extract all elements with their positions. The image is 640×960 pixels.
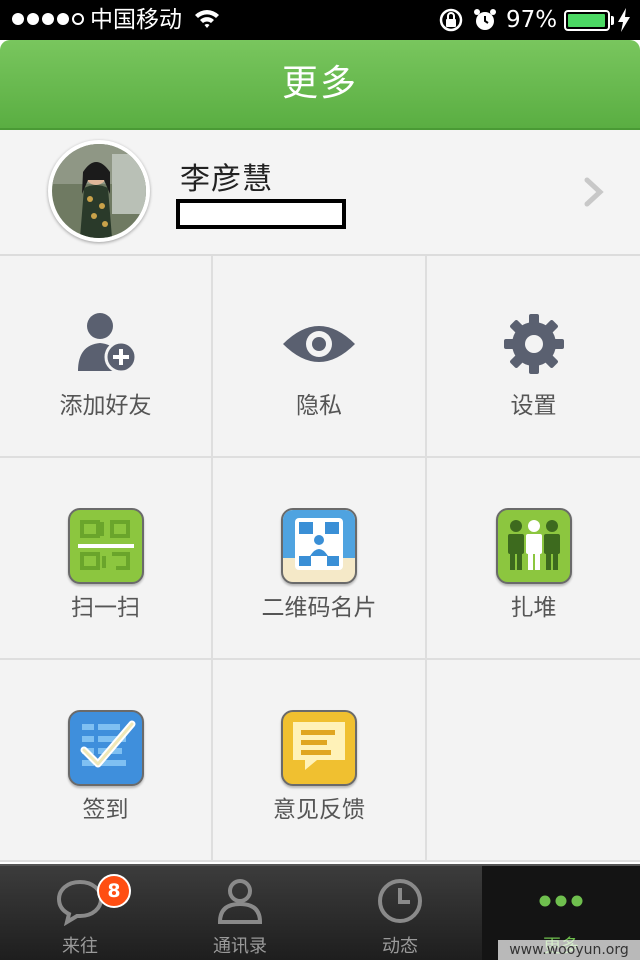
tab-laiwang[interactable]: 8 来往: [0, 866, 160, 960]
profile-name: 李彦慧: [180, 162, 273, 197]
add-friend-label: 添加好友: [59, 393, 152, 419]
charging-icon: [618, 8, 630, 32]
feedback-icon: [281, 710, 357, 786]
watermark: www.wooyun.org: [498, 940, 640, 960]
status-bar: 中国移动 97%: [0, 0, 640, 40]
alarm-icon: [474, 9, 496, 30]
clock-icon: [378, 879, 422, 923]
grid-item-feedback[interactable]: 意见反馈: [213, 660, 425, 860]
feedback-label: 意见反馈: [273, 797, 365, 823]
tab-activity[interactable]: 动态: [320, 866, 480, 960]
more-dots-icon: [539, 895, 583, 907]
grid-item-empty: [427, 660, 640, 860]
grid-item-qr-card[interactable]: 二维码名片: [213, 458, 425, 658]
grid-item-settings[interactable]: 设置: [427, 256, 640, 456]
grid-item-scan[interactable]: 扫一扫: [0, 458, 211, 658]
feature-grid: 添加好友 隐私 设置 扫一扫 二维码名片 扎堆 签到 意见反馈: [0, 256, 640, 862]
qr-card-label: 二维码名片: [261, 595, 377, 621]
scan-label: 扫一扫: [71, 595, 140, 621]
grid-item-privacy[interactable]: 隐私: [213, 256, 425, 456]
tab-label: 通讯录: [213, 936, 267, 957]
add-friend-icon: [77, 313, 137, 374]
unread-badge: 8: [97, 874, 131, 908]
eye-icon: [283, 326, 355, 362]
rotation-lock-icon: [439, 8, 463, 32]
settings-label: 设置: [510, 393, 557, 419]
grid-item-add-friend[interactable]: 添加好友: [0, 256, 211, 456]
checkin-icon: [67, 710, 144, 786]
grid-item-group[interactable]: 扎堆: [427, 458, 640, 658]
redacted-account-box: [176, 199, 346, 229]
chevron-right-icon: [584, 177, 604, 207]
group-label: 扎堆: [510, 595, 557, 621]
battery-icon: [564, 10, 610, 31]
navigation-header: 更多: [0, 40, 640, 130]
privacy-label: 隐私: [296, 393, 342, 419]
carrier-name: 中国移动: [90, 7, 182, 33]
battery-percentage: 97%: [506, 7, 558, 33]
profile-row[interactable]: 李彦慧: [0, 130, 640, 256]
contacts-icon: [217, 879, 263, 924]
signal-strength-icon: [12, 13, 84, 25]
avatar[interactable]: [48, 140, 150, 242]
grid-item-checkin[interactable]: 签到: [0, 660, 211, 860]
group-people-icon: [495, 508, 572, 584]
tab-contacts[interactable]: 通讯录: [160, 866, 320, 960]
qr-card-icon: [281, 508, 357, 584]
wifi-icon: [195, 10, 219, 28]
tab-label: 来往: [62, 936, 98, 957]
page-title: 更多: [281, 63, 358, 104]
scan-icon: [67, 508, 144, 584]
checkin-label: 签到: [82, 797, 129, 823]
gear-icon: [503, 314, 564, 374]
tab-label: 动态: [382, 936, 418, 957]
